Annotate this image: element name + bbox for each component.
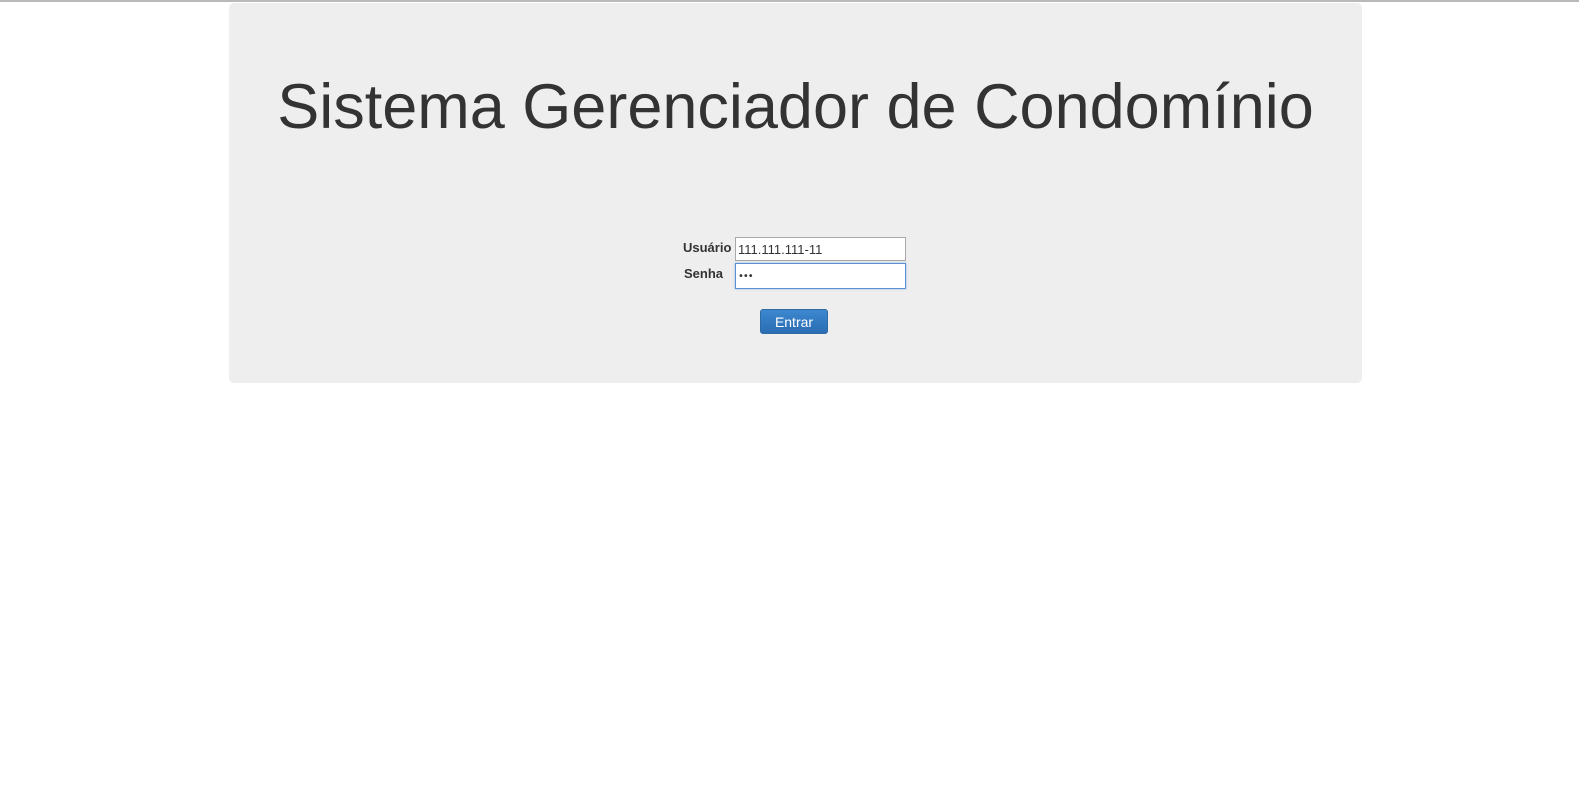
password-label: Senha: [684, 266, 724, 281]
password-input[interactable]: [735, 263, 906, 289]
browser-top-border: [0, 0, 1579, 2]
login-button[interactable]: Entrar: [760, 309, 828, 334]
user-label: Usuário: [683, 240, 732, 255]
user-input[interactable]: [735, 237, 906, 261]
jumbotron-panel: Sistema Gerenciador de Condomínio Usuári…: [229, 3, 1362, 383]
login-form: Usuário Senha Entrar: [229, 3, 1362, 383]
